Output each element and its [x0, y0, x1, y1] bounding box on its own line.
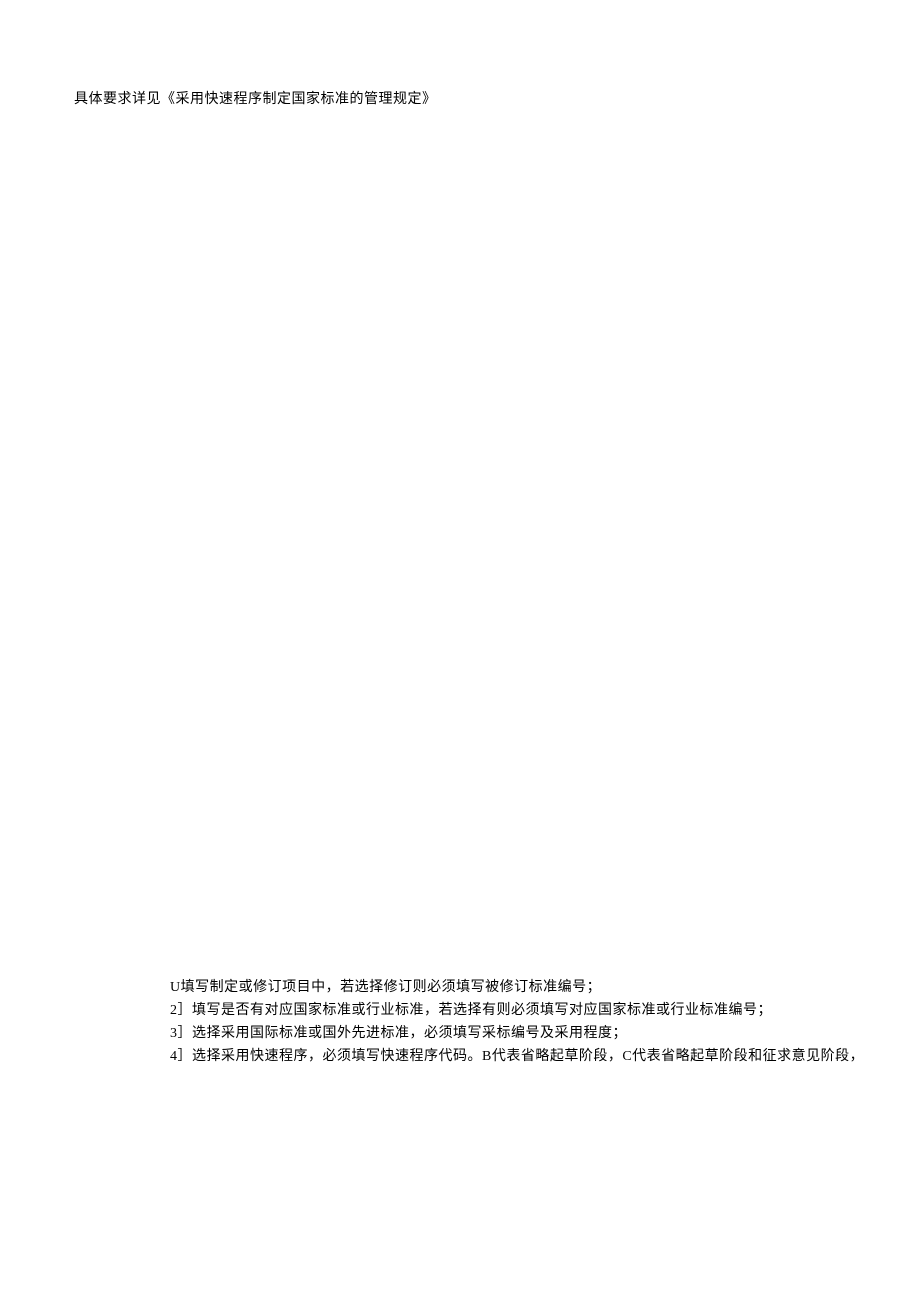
- top-note-text: 具体要求详见《采用快速程序制定国家标准的管理规定》: [74, 88, 437, 108]
- footnote-line-4: 4］选择采用快速程序，必须填写快速程序代码。B代表省略起草阶段，C代表省略起草阶…: [170, 1045, 870, 1068]
- footnote-line-2: 2］填写是否有对应国家标准或行业标准，若选择有则必须填写对应国家标准或行业标准编…: [170, 999, 870, 1022]
- footnote-block: U填写制定或修订项目中，若选择修订则必须填写被修订标准编号； 2］填写是否有对应…: [170, 976, 870, 1068]
- footnote-line-3: 3］选择采用国际标准或国外先进标准，必须填写采标编号及采用程度；: [170, 1022, 870, 1045]
- footnote-line-1: U填写制定或修订项目中，若选择修订则必须填写被修订标准编号；: [170, 976, 870, 999]
